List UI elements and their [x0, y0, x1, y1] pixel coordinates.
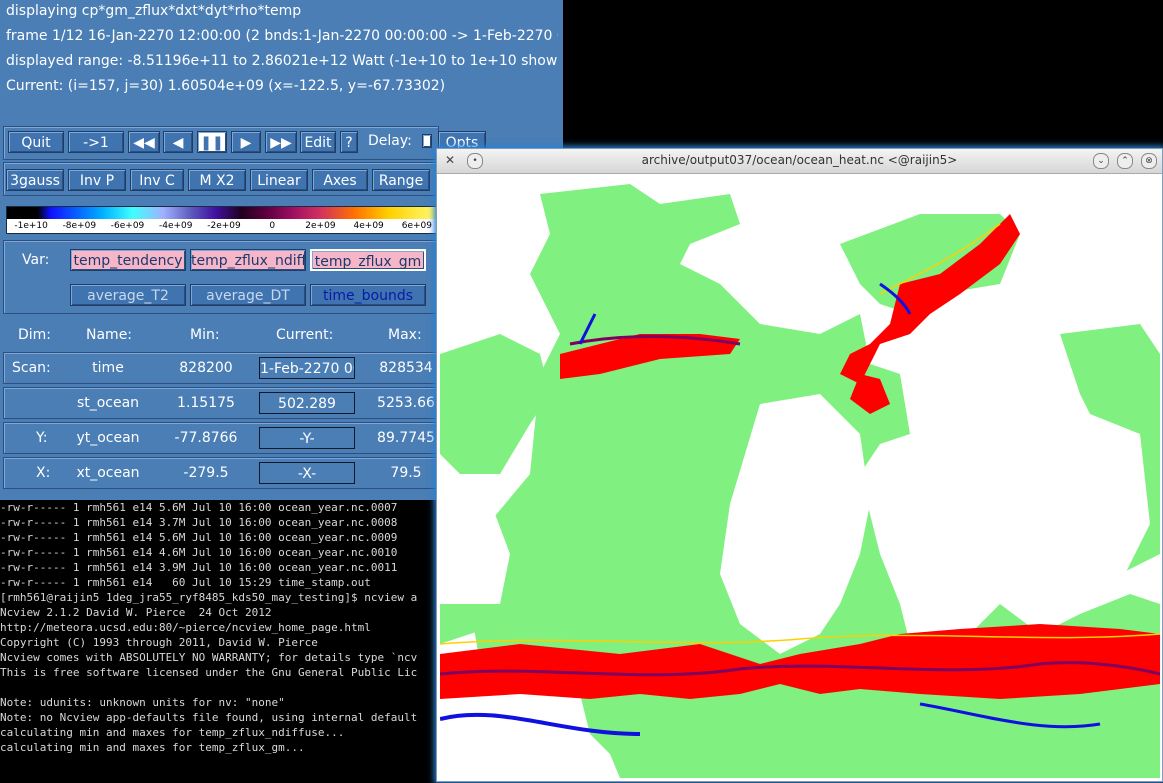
terminal-line: Copyright (C) 1993 through 2011, David W…	[0, 636, 318, 649]
range-line: displayed range: -8.51196e+11 to 2.86021…	[6, 53, 558, 69]
terminal-line: -rw-r----- 1 rmh561 e14 60 Jul 10 15:29 …	[0, 576, 371, 589]
dim-max: 5253.66	[377, 395, 435, 411]
terminal-line: Ncview comes with ABSOLUTELY NO WARRANTY…	[0, 651, 418, 664]
terminal-line: calculating min and maxes for temp_zflux…	[0, 741, 305, 754]
min-header: Min:	[190, 327, 220, 343]
help-button[interactable]: ?	[340, 131, 358, 153]
dim-name: time	[92, 360, 124, 376]
current-header: Current:	[276, 327, 334, 343]
dim-min: -279.5	[183, 465, 229, 481]
dim-label: Y:	[36, 430, 48, 446]
land-region	[1000, 414, 1150, 594]
terminal-line: -rw-r----- 1 rmh561 e14 5.6M Jul 10 16:0…	[0, 531, 398, 544]
pause-icon[interactable]: ❚❚	[197, 131, 227, 153]
ocean-heat-map[interactable]	[440, 174, 1160, 778]
step-forward-icon[interactable]: ▶	[231, 131, 261, 153]
info-panel: displaying cp*gm_zflux*dxt*dyt*rho*temp …	[0, 0, 563, 100]
range-button[interactable]: Range	[372, 169, 430, 191]
terminal-line: Ncview 2.1.2 David W. Pierce 24 Oct 2012	[0, 606, 272, 619]
terminal-line: calculating min and maxes for temp_zflux…	[0, 726, 345, 739]
colorbar: -1e+10 -8e+09 -6e+09 -4e+09 -2e+09 0 2e+09 4e+0…	[6, 206, 442, 234]
var-temp-zflux-gm[interactable]: temp_zflux_gm	[310, 249, 426, 271]
terminal-line: -rw-r----- 1 rmh561 e14 4.6M Jul 10 16:0…	[0, 546, 398, 559]
terminal-line: -rw-r----- 1 rmh561 e14 5.6M Jul 10 16:0…	[0, 501, 398, 514]
dim-header: Dim:	[18, 327, 52, 343]
dim-min: 1.15175	[177, 395, 235, 411]
max-header: Max:	[388, 327, 422, 343]
terminal[interactable]: -rw-r----- 1 rmh561 e14 5.6M Jul 10 16:0…	[0, 500, 440, 783]
dim-name: yt_ocean	[76, 430, 140, 446]
dim-max: 89.7745	[377, 430, 435, 446]
dim-current-field[interactable]: 1-Feb-2270 00	[259, 357, 355, 379]
fast-forward-icon[interactable]: ▶▶	[265, 131, 297, 153]
colorbar-tick: 2e+09	[296, 219, 345, 233]
linear-button[interactable]: Linear	[250, 169, 308, 191]
colorbar-tick: -6e+09	[103, 219, 152, 233]
map-titlebar[interactable]: ✕ • archive/output037/ocean/ocean_heat.n…	[437, 149, 1162, 174]
colorbar-tick: -2e+09	[199, 219, 249, 233]
dim-label: X:	[36, 465, 51, 481]
current-line: Current: (i=157, j=30) 1.60504e+09 (x=-1…	[6, 78, 446, 94]
invert-c-button[interactable]: Inv C	[130, 169, 184, 191]
minimize-icon[interactable]: ⌄	[1093, 153, 1109, 169]
terminal-line: http://meteora.ucsd.edu:80/~pierce/ncvie…	[0, 621, 371, 634]
dim-name: st_ocean	[76, 395, 140, 411]
frame-line: frame 1/12 16-Jan-2270 12:00:00 (2 bnds:…	[6, 28, 558, 44]
dim-label: Scan:	[12, 360, 51, 376]
colorbar-tick: 0	[248, 219, 297, 233]
var-average-dt[interactable]: average_DT	[190, 284, 306, 306]
magnify-button[interactable]: M X2	[188, 169, 246, 191]
colorbar-tick: -1e+10	[7, 219, 56, 233]
var-temp-tendency[interactable]: temp_tendency	[70, 249, 186, 271]
displaying-line: displaying cp*gm_zflux*dxt*dyt*rho*temp	[6, 3, 302, 19]
colorbar-tick: -8e+09	[55, 219, 104, 233]
dim-max: 828534	[379, 360, 433, 376]
name-header: Name:	[86, 327, 133, 343]
dim-name: xt_ocean	[76, 465, 140, 481]
map-window[interactable]: ✕ • archive/output037/ocean/ocean_heat.n…	[436, 148, 1163, 782]
terminal-line: Note: no Ncview app-defaults file found,…	[0, 711, 418, 724]
delay-slider[interactable]	[422, 134, 432, 148]
var-average-t2[interactable]: average_T2	[70, 284, 186, 306]
edit-button[interactable]: Edit	[300, 131, 336, 153]
dim-max: 79.5	[390, 465, 422, 481]
terminal-line: [rmh561@raijin5 1deg_jra55_ryf8485_kds50…	[0, 591, 418, 604]
axes-button[interactable]: Axes	[312, 169, 368, 191]
invert-p-button[interactable]: Inv P	[68, 169, 126, 191]
colorbar-tick: 4e+09	[344, 219, 393, 233]
dim-current-field[interactable]: -X-	[259, 462, 355, 484]
delay-label: Delay:	[368, 133, 412, 149]
var-time-bounds[interactable]: time_bounds	[310, 284, 426, 306]
dim-current-field[interactable]: 502.289	[259, 392, 355, 414]
close-window-icon[interactable]: ⊗	[1141, 153, 1157, 169]
quit-button[interactable]: Quit	[8, 131, 64, 153]
dim-min: -77.8766	[174, 430, 238, 446]
step-back-icon[interactable]: ◀	[163, 131, 193, 153]
control-panel: Quit ->1 ◀◀ ◀ ❚❚ ▶ ▶▶ Edit ? Delay: Opts…	[0, 122, 486, 500]
rewind-icon[interactable]: ◀◀	[128, 131, 160, 153]
maximize-icon[interactable]: ⌃	[1117, 153, 1133, 169]
gauss-button[interactable]: 3gauss	[6, 169, 64, 191]
var-label: Var:	[22, 252, 50, 268]
window-title: archive/output037/ocean/ocean_heat.nc <@…	[641, 153, 958, 167]
var-temp-zflux-ndiff[interactable]: temp_zflux_ndiff	[190, 249, 306, 271]
colorbar-gradient	[7, 207, 441, 219]
terminal-line: -rw-r----- 1 rmh561 e14 3.7M Jul 10 16:0…	[0, 516, 398, 529]
dim-min: 828200	[179, 360, 233, 376]
colorbar-tick: -4e+09	[151, 219, 200, 233]
terminal-line: Note: udunits: unknown units for nv: "no…	[0, 696, 285, 709]
first-frame-button[interactable]: ->1	[68, 131, 124, 153]
terminal-line: -rw-r----- 1 rmh561 e14 3.9M Jul 10 16:0…	[0, 561, 398, 574]
dim-current-field[interactable]: -Y-	[259, 427, 355, 449]
terminal-line: This is free software licensed under the…	[0, 666, 418, 679]
colorbar-tick: 6e+09	[392, 219, 441, 233]
